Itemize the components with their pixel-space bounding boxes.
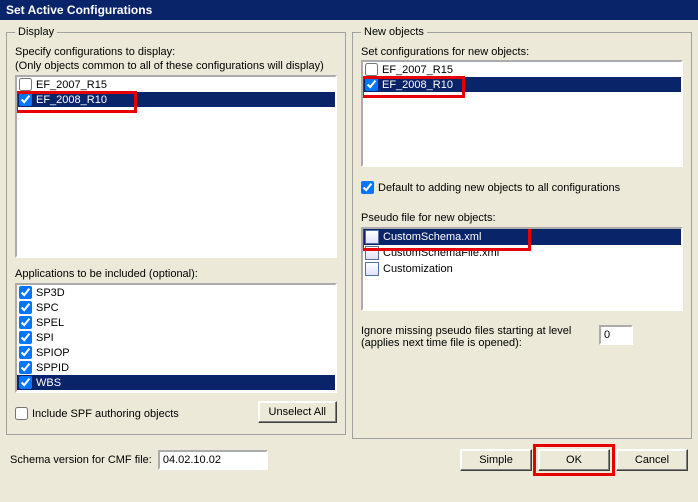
include-spf-label: Include SPF authoring objects (32, 408, 179, 420)
display-config-checkbox[interactable] (19, 78, 32, 91)
newobj-config-item[interactable]: EF_2008_R10 (363, 77, 681, 92)
pseudo-file-text: Customization (382, 263, 454, 275)
simple-button[interactable]: Simple (460, 449, 532, 471)
new-objects-group: New objects Set configurations for new o… (352, 26, 692, 439)
pseudo-file-item[interactable]: CustomSchema.xml (363, 229, 681, 245)
app-item[interactable]: SPIOP (17, 345, 335, 360)
ignore-level-input[interactable] (599, 325, 633, 345)
display-config-item[interactable]: EF_2007_R15 (17, 77, 335, 92)
document-icon (365, 262, 379, 276)
default-add-checkbox[interactable] (361, 181, 374, 194)
app-text: SP3D (35, 287, 66, 299)
display-legend: Display (15, 26, 57, 38)
display-group: Display Specify configurations to displa… (6, 26, 346, 435)
window-title: Set Active Configurations (6, 3, 152, 17)
display-config-list[interactable]: EF_2007_R15 EF_2008_R10 (15, 75, 337, 258)
app-item[interactable]: SPPID (17, 360, 335, 375)
newobj-config-list[interactable]: EF_2007_R15 EF_2008_R10 (361, 60, 683, 167)
specify-config-label: Specify configurations to display: (15, 46, 337, 58)
display-config-checkbox[interactable] (19, 93, 32, 106)
app-text: SPEL (35, 317, 65, 329)
app-item[interactable]: WBS (17, 375, 335, 390)
pseudo-file-item[interactable]: Customization (363, 261, 681, 277)
display-config-item[interactable]: EF_2008_R10 (17, 92, 335, 107)
include-spf-checkbox[interactable] (15, 407, 28, 420)
app-checkbox[interactable] (19, 331, 32, 344)
app-checkbox[interactable] (19, 316, 32, 329)
apps-label: Applications to be included (optional): (15, 268, 337, 280)
unselect-all-button[interactable]: Unselect All (258, 401, 337, 423)
pseudo-file-label: Pseudo file for new objects: (361, 212, 683, 224)
app-checkbox[interactable] (19, 376, 32, 389)
app-text: SPI (35, 332, 55, 344)
default-add-label: Default to adding new objects to all con… (378, 182, 620, 194)
app-checkbox[interactable] (19, 286, 32, 299)
window-titlebar: Set Active Configurations (0, 0, 698, 20)
app-text: SPPID (35, 362, 70, 374)
schema-version-label: Schema version for CMF file: (10, 454, 152, 466)
document-icon (365, 230, 379, 244)
app-item[interactable]: SPI (17, 330, 335, 345)
pseudo-file-text: CustomSchemaFile.xml (382, 247, 500, 259)
pseudo-file-text: CustomSchema.xml (382, 231, 482, 243)
ok-button[interactable]: OK (538, 449, 610, 471)
default-add-row[interactable]: Default to adding new objects to all con… (361, 181, 683, 194)
newobj-config-text: EF_2007_R15 (381, 64, 454, 76)
display-config-text: EF_2007_R15 (35, 79, 108, 91)
schema-version-input[interactable] (158, 450, 268, 470)
include-spf-row[interactable]: Include SPF authoring objects (15, 407, 179, 420)
app-text: SPC (35, 302, 60, 314)
app-text: WBS (35, 377, 62, 389)
apps-list[interactable]: SP3D SPC SPEL SPI SPIOP SPPID WBS (15, 283, 337, 393)
ignore-label: Ignore missing pseudo files starting at … (361, 325, 591, 349)
only-common-label: (Only objects common to all of these con… (15, 60, 337, 72)
app-checkbox[interactable] (19, 301, 32, 314)
display-config-text: EF_2008_R10 (35, 94, 108, 106)
newobj-config-text: EF_2008_R10 (381, 79, 454, 91)
app-text: SPIOP (35, 347, 71, 359)
app-item[interactable]: SPC (17, 300, 335, 315)
app-checkbox[interactable] (19, 346, 32, 359)
newobj-config-checkbox[interactable] (365, 63, 378, 76)
newobj-config-item[interactable]: EF_2007_R15 (363, 62, 681, 77)
app-checkbox[interactable] (19, 361, 32, 374)
app-item[interactable]: SP3D (17, 285, 335, 300)
set-config-label: Set configurations for new objects: (361, 46, 683, 58)
new-objects-legend: New objects (361, 26, 427, 38)
document-icon (365, 246, 379, 260)
app-item[interactable]: SPEL (17, 315, 335, 330)
pseudo-file-item[interactable]: CustomSchemaFile.xml (363, 245, 681, 261)
newobj-config-checkbox[interactable] (365, 78, 378, 91)
pseudo-file-list[interactable]: CustomSchema.xml CustomSchemaFile.xml Cu… (361, 227, 683, 311)
cancel-button[interactable]: Cancel (616, 449, 688, 471)
